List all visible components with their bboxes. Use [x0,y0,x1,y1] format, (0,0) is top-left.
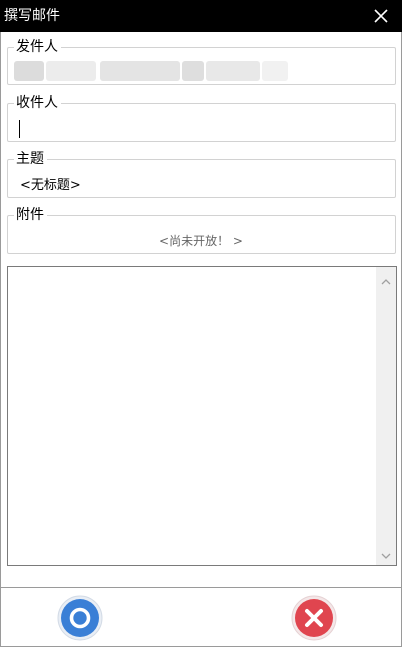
x-icon [291,595,337,641]
confirm-button[interactable] [57,595,103,641]
window-title: 撰写邮件 [4,8,60,24]
message-body[interactable] [7,266,397,566]
cancel-button[interactable] [291,595,337,641]
close-icon[interactable] [372,7,390,25]
scroll-up-icon[interactable] [380,273,392,285]
sender-label: 发件人 [14,38,61,56]
footer-divider [1,587,401,588]
circle-icon [57,595,103,641]
message-body-input[interactable] [8,267,374,565]
sender-group: 发件人 [7,38,396,85]
subject-group[interactable]: 主题 <无标题> [7,150,396,198]
recipient-group[interactable]: 收件人 [7,94,396,142]
attachment-label: 附件 [14,206,47,224]
scroll-down-icon[interactable] [380,547,392,559]
title-bar: 撰写邮件 [0,0,402,32]
recipient-label: 收件人 [14,94,61,112]
compose-window: 发件人 收件人 主题 <无标题> 附件 <尚未开放！ > [0,32,402,647]
recipient-input[interactable] [19,120,20,138]
attachment-status: <尚未开放！ > [159,234,243,248]
subject-input[interactable]: <无标题> [20,177,81,194]
message-scrollbar[interactable] [376,267,396,565]
subject-label: 主题 [14,150,47,168]
